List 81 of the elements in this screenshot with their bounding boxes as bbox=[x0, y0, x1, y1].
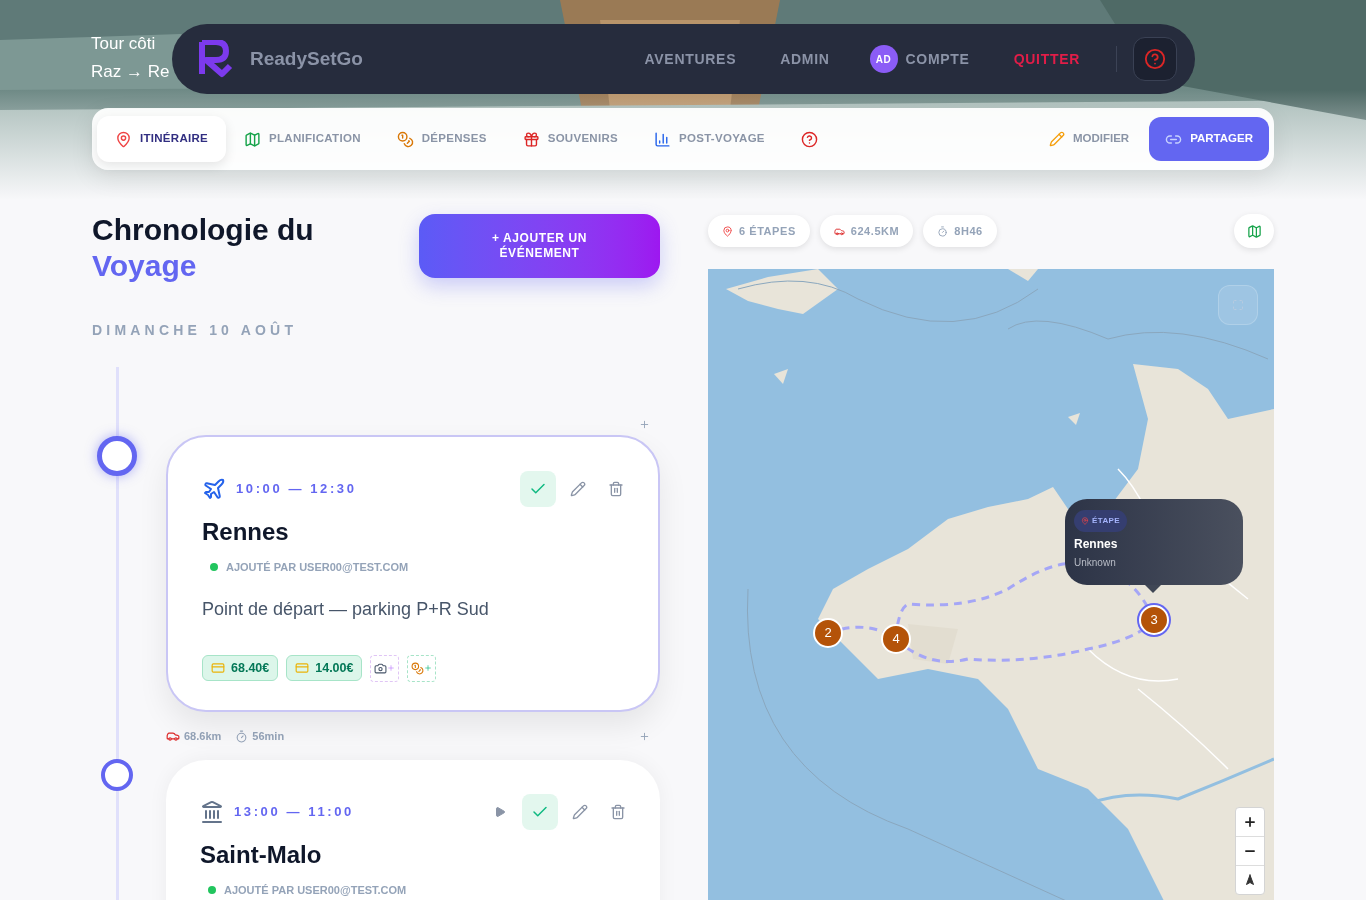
chart-icon bbox=[654, 130, 671, 148]
added-by: AJOUTÉ PAR USER00@TEST.COM bbox=[226, 560, 409, 575]
fullscreen-icon bbox=[1232, 299, 1244, 311]
stat-pill: 8H46 bbox=[923, 215, 997, 247]
play-icon[interactable] bbox=[494, 806, 506, 818]
brand-name: ReadySetGo bbox=[250, 46, 363, 71]
hero-subtitle: Raz → Re bbox=[91, 61, 170, 83]
expense-chip[interactable]: 68.40€ bbox=[202, 655, 279, 681]
plus-icon bbox=[387, 664, 396, 672]
compass-icon bbox=[1244, 874, 1256, 886]
logo-icon bbox=[198, 40, 234, 78]
timeline-node bbox=[97, 436, 137, 476]
add-expense-button[interactable] bbox=[407, 654, 437, 682]
card-icon bbox=[295, 661, 310, 675]
card-icon bbox=[211, 661, 225, 675]
nav-link[interactable]: AVENTURES bbox=[644, 48, 737, 70]
hero-subtitle: Tour côti bbox=[91, 33, 157, 55]
gift-icon bbox=[522, 130, 540, 148]
map-icon bbox=[1246, 223, 1262, 239]
popup-title: Rennes bbox=[1074, 536, 1119, 553]
popup-subtitle: Unknown bbox=[1074, 556, 1117, 570]
pin-icon bbox=[115, 130, 132, 148]
leg-distance: 68.6km bbox=[184, 728, 222, 744]
popup-tag: ÉTAPE bbox=[1074, 510, 1128, 532]
car-icon bbox=[166, 729, 180, 743]
stat-pill: 624.5KM bbox=[819, 215, 914, 247]
done-button[interactable] bbox=[520, 471, 556, 507]
pin-icon bbox=[722, 225, 733, 237]
delete-icon[interactable] bbox=[608, 481, 624, 497]
done-button[interactable] bbox=[522, 794, 558, 830]
account-link[interactable]: AD COMPTE bbox=[869, 45, 970, 73]
pin-icon bbox=[1081, 517, 1089, 525]
avatar: AD bbox=[869, 45, 898, 73]
pencil-icon bbox=[1048, 131, 1065, 147]
expense-chip[interactable]: 14.00€ bbox=[286, 655, 363, 681]
tab[interactable]: ITINÉRAIRE bbox=[97, 116, 227, 162]
timeline-node bbox=[101, 759, 133, 791]
help-icon bbox=[1144, 48, 1166, 70]
map-icon bbox=[244, 130, 262, 148]
help-icon bbox=[800, 130, 818, 148]
add-photo-button[interactable] bbox=[370, 654, 400, 682]
account-label: COMPTE bbox=[905, 49, 970, 69]
timer-icon bbox=[937, 225, 949, 237]
event-note: Point de départ — parking P+R Sud bbox=[202, 597, 490, 621]
day-label: DIMANCHE 10 AOÛT bbox=[92, 320, 299, 340]
tab[interactable]: POST-VOYAGE bbox=[636, 116, 783, 162]
plus-icon bbox=[1243, 815, 1257, 829]
edit-button[interactable]: MODIFIER bbox=[1036, 117, 1142, 161]
leg-duration: 56min bbox=[252, 728, 285, 744]
map-toggle-button[interactable] bbox=[1234, 214, 1274, 248]
nav-link[interactable]: QUITTER bbox=[1013, 48, 1080, 70]
event-time: 13:00 — 11:00 bbox=[234, 803, 354, 822]
plane-icon bbox=[202, 477, 226, 501]
event-title: Saint-Malo bbox=[200, 840, 323, 870]
timer-icon bbox=[235, 729, 249, 743]
edit-icon[interactable] bbox=[572, 804, 588, 820]
delete-icon[interactable] bbox=[610, 804, 626, 820]
nav-link[interactable]: ADMIN bbox=[780, 48, 830, 70]
add-icon bbox=[639, 419, 650, 430]
popup-pointer bbox=[1145, 585, 1161, 593]
plus-icon bbox=[424, 664, 433, 672]
event-time: 10:00 — 12:30 bbox=[236, 480, 357, 499]
camera-icon bbox=[374, 661, 388, 675]
tab[interactable]: DÉPENSES bbox=[378, 116, 505, 162]
add-icon bbox=[639, 730, 650, 742]
stat-pill: 6 ÉTAPES bbox=[708, 215, 810, 247]
timeline-title-accent: Voyage bbox=[92, 248, 198, 284]
map-marker[interactable]: 3 bbox=[1139, 605, 1169, 635]
added-by: AJOUTÉ PAR USER00@TEST.COM bbox=[224, 883, 407, 898]
edit-icon[interactable] bbox=[570, 481, 586, 497]
tab[interactable]: PLANIFICATION bbox=[226, 116, 379, 162]
help-button[interactable] bbox=[1133, 37, 1177, 81]
money-icon bbox=[396, 130, 414, 148]
add-event-button[interactable]: + AJOUTER UN ÉVÉNEMENT bbox=[419, 214, 660, 278]
map[interactable]: 2 4 3 ÉTAPE Rennes Unknown bbox=[708, 269, 1274, 900]
share-button[interactable]: PARTAGER bbox=[1149, 117, 1269, 161]
event-title: Rennes bbox=[202, 517, 290, 547]
coins-icon bbox=[411, 661, 425, 675]
landmark-icon bbox=[200, 800, 224, 824]
timeline-title: Chronologie du bbox=[92, 212, 314, 248]
tab[interactable]: SOUVENIRS bbox=[504, 116, 636, 162]
